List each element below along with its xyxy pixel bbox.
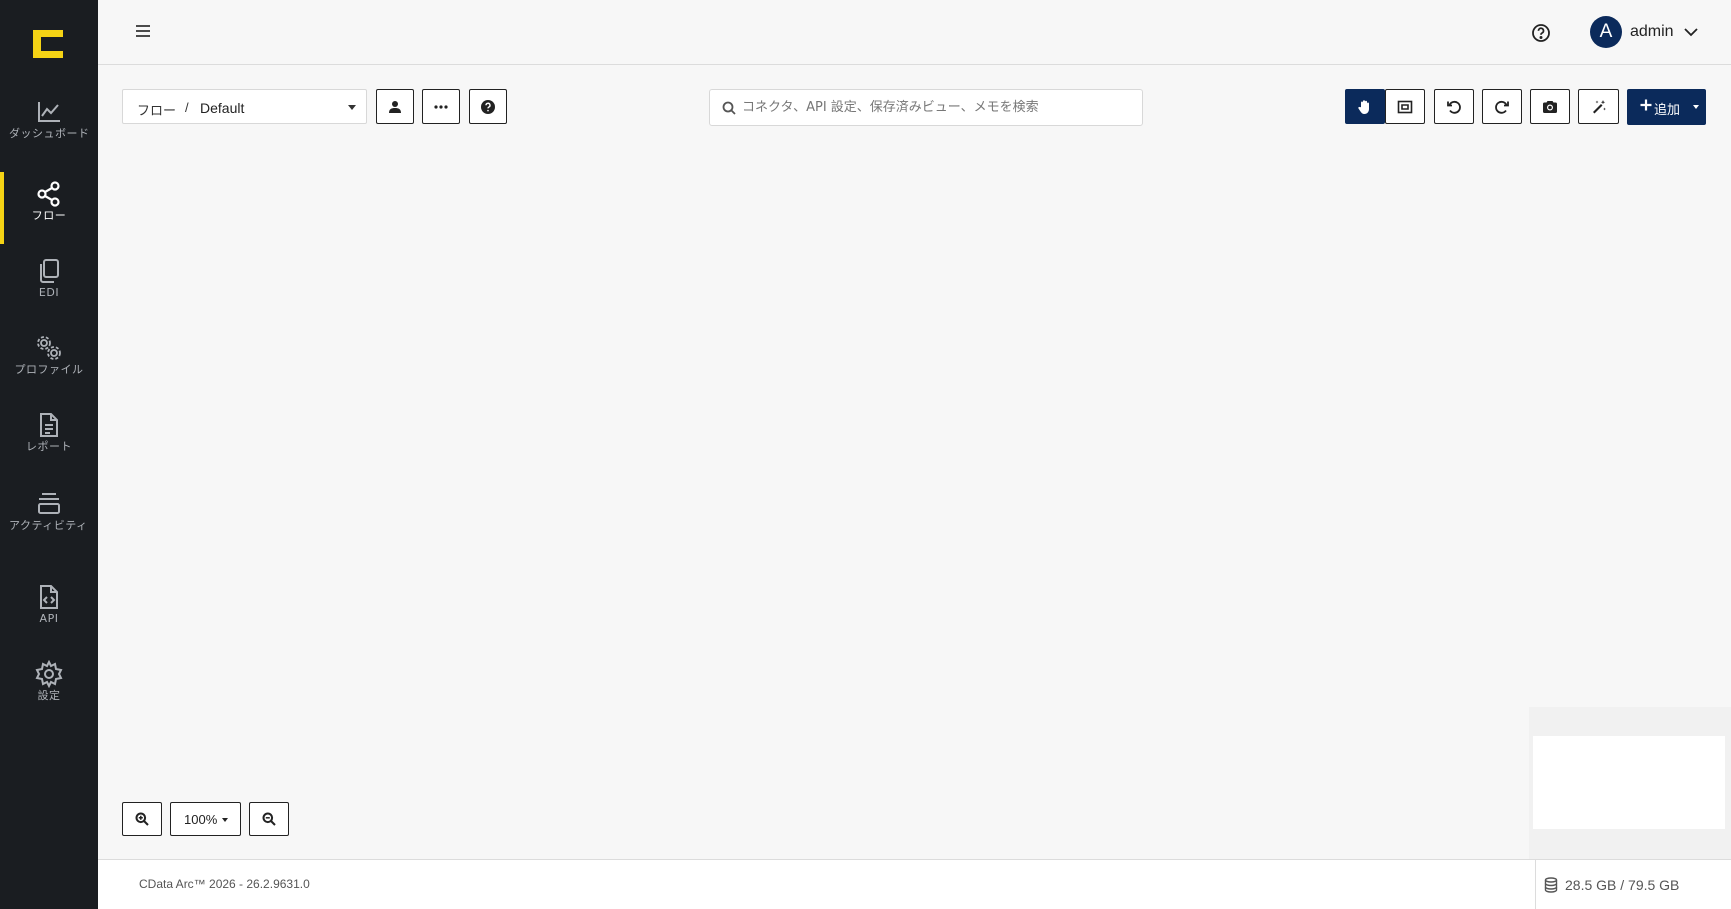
- cdata-logo[interactable]: [33, 30, 63, 58]
- sidebar-item-label: アクティビティ: [9, 519, 88, 532]
- zoom-in-button[interactable]: [122, 802, 162, 836]
- circle-question-icon: [481, 99, 495, 114]
- sidebar-item-profile[interactable]: プロファイル: [0, 326, 98, 398]
- breadcrumb: フロー: [137, 104, 177, 119]
- version-text: CData Arc™ 2026 - 26.2.9631.0: [139, 877, 310, 891]
- file-lines-icon: [40, 413, 58, 437]
- help-button[interactable]: [469, 89, 507, 124]
- sidebar-item-label: ダッシュボード: [9, 127, 90, 140]
- zoom-level-label: 100%: [184, 812, 218, 827]
- gears-icon: [37, 336, 61, 360]
- footer: CData Arc™ 2026 - 26.2.9631.0 28.5 GB / …: [98, 859, 1731, 909]
- caret-down-icon: [1693, 105, 1699, 109]
- sidebar-item-api[interactable]: API: [0, 575, 98, 647]
- ellipsis-icon: [434, 104, 448, 109]
- user-icon: [389, 100, 401, 113]
- user-name[interactable]: admin: [1630, 23, 1674, 41]
- search-box: [709, 89, 1143, 126]
- object-ungroup-icon: [1397, 100, 1413, 113]
- disk-usage: 28.5 GB / 79.5 GB: [1565, 877, 1680, 893]
- flow-canvas[interactable]: [98, 140, 1731, 859]
- sidebar-item-label: 設定: [37, 689, 61, 702]
- sidebar: ダッシュボード フロー EDI プロファイル レポート アクティビティ API …: [0, 0, 98, 909]
- undo-button[interactable]: [1434, 89, 1474, 124]
- zoom-out-icon: [262, 812, 276, 826]
- sidebar-item-label: レポート: [26, 440, 72, 453]
- share-nodes-icon: [37, 181, 60, 207]
- sidebar-item-dashboard[interactable]: ダッシュボード: [0, 90, 98, 162]
- zoom-out-button[interactable]: [249, 802, 289, 836]
- add-button[interactable]: 追加: [1627, 89, 1706, 125]
- pan-mode-button[interactable]: [1345, 89, 1385, 124]
- flow-name: Default: [200, 100, 245, 116]
- user-button[interactable]: [376, 89, 414, 124]
- sidebar-item-label: EDI: [38, 286, 60, 299]
- zoom-in-icon: [135, 812, 149, 826]
- sidebar-item-settings[interactable]: 設定: [0, 652, 98, 724]
- screenshot-button[interactable]: [1530, 89, 1570, 124]
- caret-down-icon: [348, 105, 356, 110]
- hand-icon: [1358, 99, 1369, 114]
- help-icon[interactable]: [1531, 23, 1551, 43]
- sidebar-item-report[interactable]: レポート: [0, 403, 98, 475]
- footer-divider: [1535, 860, 1536, 909]
- database-icon: [1544, 877, 1558, 893]
- hamburger-menu-icon[interactable]: [134, 22, 152, 40]
- sidebar-item-label: フロー: [31, 209, 67, 222]
- undo-icon: [1447, 100, 1461, 114]
- caret-down-icon: [222, 818, 228, 822]
- sidebar-item-label: プロファイル: [14, 363, 84, 376]
- sidebar-item-label: API: [39, 612, 59, 625]
- search-input[interactable]: [742, 90, 1138, 125]
- add-button-label: 追加: [1654, 103, 1681, 118]
- plus-icon: [1640, 99, 1652, 111]
- redo-icon: [1495, 100, 1509, 114]
- redo-button[interactable]: [1482, 89, 1522, 124]
- chevron-down-icon[interactable]: [1683, 26, 1699, 38]
- gear-icon: [35, 660, 63, 688]
- more-options-button[interactable]: [422, 89, 460, 124]
- search-icon: [722, 101, 736, 115]
- magic-wand-icon: [1592, 99, 1606, 113]
- sidebar-item-activity[interactable]: アクティビティ: [0, 482, 98, 554]
- sidebar-item-edi[interactable]: EDI: [0, 249, 98, 321]
- layers-icon: [38, 493, 60, 514]
- chart-line-icon: [38, 102, 60, 122]
- zoom-level-dropdown[interactable]: 100%: [170, 802, 241, 836]
- top-header: A admin: [98, 0, 1731, 65]
- breadcrumb-separator: /: [185, 100, 189, 115]
- avatar[interactable]: A: [1590, 16, 1622, 48]
- auto-arrange-button[interactable]: [1578, 89, 1619, 124]
- flow-selector[interactable]: フロー / Default: [122, 89, 367, 124]
- file-code-icon: [40, 585, 58, 609]
- minimap-viewport[interactable]: [1533, 736, 1725, 829]
- copy-icon: [40, 259, 59, 283]
- camera-icon: [1543, 100, 1557, 113]
- sidebar-item-flow[interactable]: フロー: [0, 172, 98, 244]
- select-mode-button[interactable]: [1385, 89, 1425, 124]
